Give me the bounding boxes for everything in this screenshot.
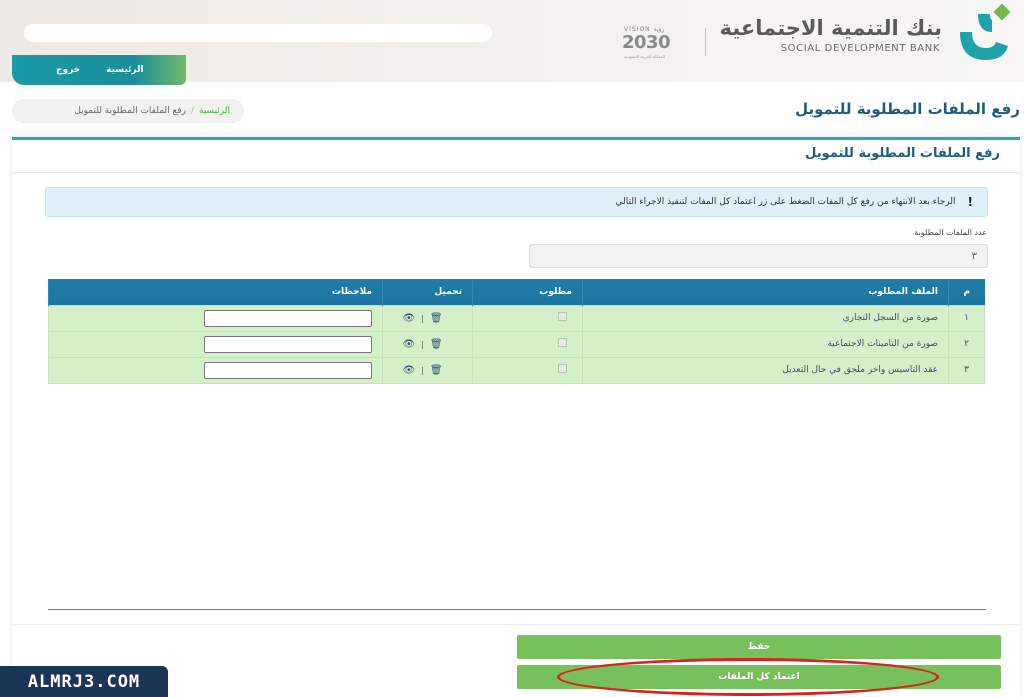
eye-icon[interactable]: 👁 — [402, 313, 415, 324]
col-header-notes: ملاحظات — [48, 279, 383, 305]
alert-text: الرجاء بعد الانتهاء من رفع كل المفات الض… — [615, 197, 956, 207]
col-header-file: الملف المطلوب — [582, 279, 949, 305]
page-title: رفع الملفات المطلوبة للتمويل — [795, 100, 1020, 118]
top-nav: خروج الرئيسية — [12, 55, 186, 85]
header-divider — [705, 28, 706, 56]
table-row: ٢ صورة من التامينات الاجتماعية 🗑 | 👁 — [48, 330, 985, 358]
row-num: ٣ — [948, 356, 985, 384]
col-header-num: م — [948, 279, 985, 305]
breadcrumb-current: رفع الملفات المطلوبة للتمويل — [74, 106, 186, 116]
row-file-name: صورة من السجل التجاري — [582, 304, 949, 332]
vision-sub: المملكة العربية السعودية — [624, 54, 666, 59]
row-num: ١ — [948, 304, 985, 332]
eye-icon[interactable]: 👁 — [402, 365, 415, 376]
trash-icon[interactable]: 🗑 — [430, 313, 443, 324]
bank-name-arabic: بنك التنمية الاجتماعية — [719, 16, 942, 40]
eye-icon[interactable]: 👁 — [402, 339, 415, 350]
trash-icon[interactable]: 🗑 — [430, 339, 443, 350]
site-watermark: ALMRJ3.COM — [0, 666, 168, 697]
col-header-required: مطلوب — [472, 279, 583, 305]
breadcrumb-separator: / — [190, 106, 194, 116]
nav-logout[interactable]: خروج — [56, 65, 80, 75]
content-bottom-divider — [48, 609, 986, 610]
nav-home[interactable]: الرئيسية — [106, 65, 143, 75]
breadcrumb-home[interactable]: الرئيسية — [199, 106, 230, 116]
required-checkbox — [558, 338, 567, 347]
bank-name-english: SOCIAL DEVELOPMENT BANK — [780, 43, 940, 54]
icon-separator: | — [421, 339, 424, 349]
vision-2030-logo: VISION رؤية 2030 المملكة العربية السعودي… — [620, 22, 686, 62]
save-button[interactable]: حفظ — [517, 635, 1001, 659]
upload-card: رفع الملفات المطلوبة للتمويل ! الرجاء بع… — [12, 137, 1020, 697]
footer-divider — [12, 624, 1020, 625]
row-file-name: صورة من التامينات الاجتماعية — [582, 330, 949, 358]
exclamation-icon: ! — [967, 195, 973, 209]
table-header-row: م الملف المطلوب مطلوب تحميل ملاحظات — [48, 279, 985, 305]
notes-input[interactable] — [204, 309, 372, 327]
required-checkbox — [558, 312, 567, 321]
notes-input[interactable] — [204, 361, 372, 379]
approve-all-files-button[interactable]: اعتماد كل الملفات — [517, 665, 1001, 689]
bank-logo-icon — [960, 3, 1011, 60]
site-header: خروج الرئيسية VISION رؤية 2030 المملكة ا… — [0, 0, 1024, 85]
icon-separator: | — [421, 365, 424, 375]
watermark-text: ALMRJ3.COM — [27, 671, 141, 692]
row-file-name: عقد التاسيس واخر ملحق في حال التعديل — [582, 356, 949, 384]
notes-input[interactable] — [204, 335, 372, 353]
col-header-upload: تحميل — [382, 279, 473, 305]
card-title: رفع الملفات المطلوبة للتمويل — [805, 146, 1000, 161]
card-title-divider — [12, 172, 1020, 173]
row-num: ٢ — [948, 330, 985, 358]
icon-separator: | — [421, 313, 424, 323]
info-alert: ! الرجاء بعد الانتهاء من رفع كل المفات ا… — [45, 187, 988, 217]
required-count-label: عدد الملفات المطلوبة — [914, 228, 987, 237]
required-count-field: ٣ — [529, 244, 988, 268]
required-checkbox — [558, 364, 567, 373]
trash-icon[interactable]: 🗑 — [430, 365, 443, 376]
table-row: ١ صورة من السجل التجاري 🗑 | 👁 — [48, 304, 985, 332]
vision-year: 2030 — [622, 32, 671, 53]
files-table: م الملف المطلوب مطلوب تحميل ملاحظات ١ صو… — [48, 279, 985, 384]
search-input[interactable] — [24, 24, 492, 42]
table-row: ٣ عقد التاسيس واخر ملحق في حال التعديل 🗑… — [48, 356, 985, 384]
breadcrumb: الرئيسية / رفع الملفات المطلوبة للتمويل — [12, 99, 244, 123]
